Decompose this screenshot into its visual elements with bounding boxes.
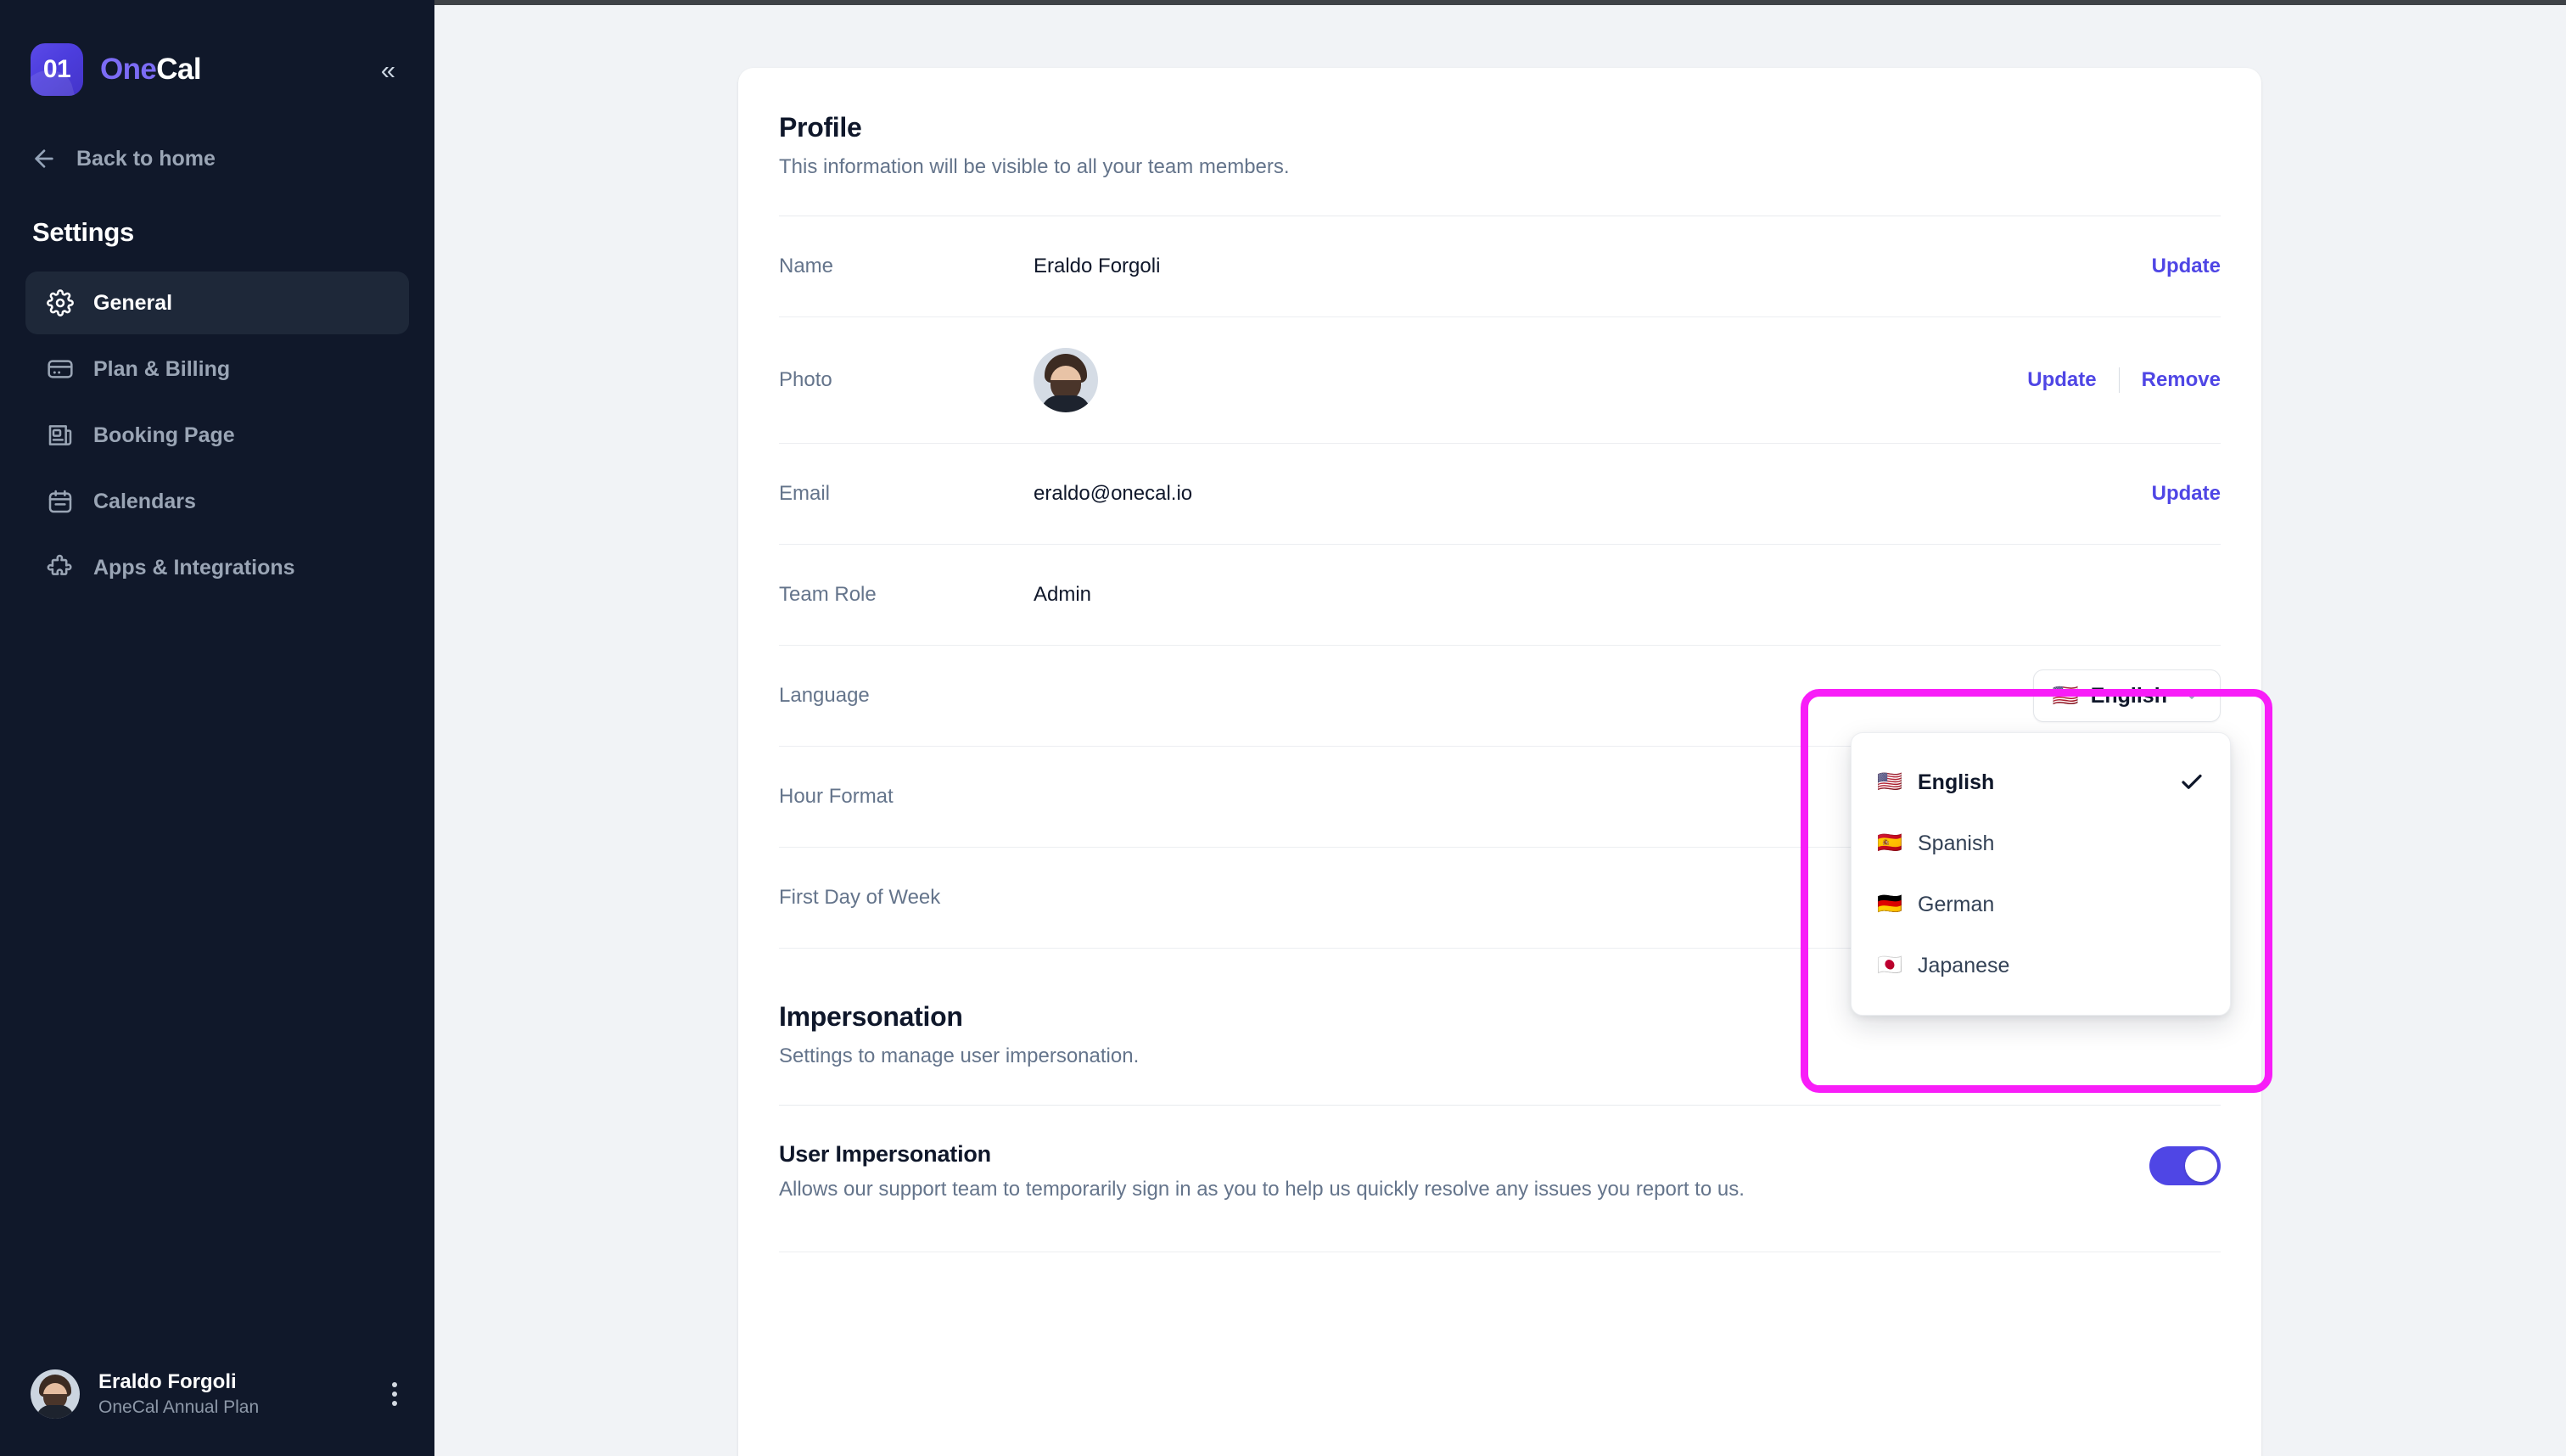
sidebar-user-name: Eraldo Forgoli — [98, 1370, 259, 1394]
avatar — [31, 1369, 80, 1419]
collapse-sidebar-icon[interactable]: « — [373, 52, 401, 88]
logo-badge-text: 01 — [43, 55, 70, 84]
language-option-label: Japanese — [1918, 954, 2009, 978]
app-root: 01 OneCal « Back to home Settings Genera… — [0, 0, 2566, 1456]
sidebar-item-plan-billing[interactable]: Plan & Billing — [25, 338, 409, 400]
row-label: Hour Format — [779, 785, 1034, 809]
profile-row-photo: Photo Update Remove — [779, 317, 2221, 443]
language-option-spanish[interactable]: 🇪🇸 Spanish — [1852, 813, 2230, 874]
sidebar-item-general[interactable]: General — [25, 272, 409, 334]
sidebar-item-label: Apps & Integrations — [93, 556, 295, 580]
check-icon — [2179, 770, 2205, 795]
language-dropdown-menu: 🇺🇸 English 🇪🇸 Spanish 🇩🇪 German — [1851, 732, 2231, 1016]
row-label: Team Role — [779, 583, 1034, 607]
remove-photo-button[interactable]: Remove — [2142, 368, 2221, 392]
language-option-label: English — [1918, 770, 1994, 795]
settings-card: Profile This information will be visible… — [738, 68, 2261, 1456]
onecal-logo-icon: 01 — [31, 43, 83, 96]
back-to-home-link[interactable]: Back to home — [0, 132, 434, 185]
update-photo-button[interactable]: Update — [2027, 368, 2096, 392]
row-label: Photo — [779, 368, 1034, 392]
sidebar: 01 OneCal « Back to home Settings Genera… — [0, 0, 434, 1456]
row-value: Admin — [1034, 583, 2221, 607]
row-value — [1034, 348, 2027, 412]
brand-name-one: One — [100, 53, 156, 86]
row-label: Language — [779, 684, 1034, 708]
puzzle-icon — [46, 553, 75, 582]
kebab-menu-icon[interactable] — [385, 1374, 404, 1414]
flag-es-icon: 🇪🇸 — [1877, 833, 1902, 854]
row-label: Email — [779, 482, 1034, 506]
row-label: Name — [779, 255, 1034, 278]
impersonation-subtitle: Settings to manage user impersonation. — [779, 1044, 2221, 1068]
profile-section-header: Profile This information will be visible… — [779, 68, 2221, 179]
row-value: Eraldo Forgoli — [1034, 255, 2152, 278]
language-option-german[interactable]: 🇩🇪 German — [1852, 874, 2230, 935]
profile-row-email: Email eraldo@onecal.io Update — [779, 444, 2221, 544]
sidebar-user-plan: OneCal Annual Plan — [98, 1397, 259, 1418]
page-title: Profile — [779, 112, 2221, 143]
row-actions: Update — [2152, 482, 2221, 506]
sidebar-item-label: Calendars — [93, 490, 196, 514]
language-option-japanese[interactable]: 🇯🇵 Japanese — [1852, 935, 2230, 996]
language-select-value: English — [2091, 684, 2167, 708]
sidebar-nav: General Plan & Billing Booking Page Cale… — [0, 272, 434, 599]
sidebar-item-booking-page[interactable]: Booking Page — [25, 404, 409, 467]
sidebar-item-label: Plan & Billing — [93, 357, 230, 382]
chevron-down-icon — [2182, 686, 2201, 705]
update-name-button[interactable]: Update — [2152, 255, 2221, 278]
card-icon — [46, 355, 75, 384]
sidebar-header: 01 OneCal « — [0, 0, 434, 100]
row-actions: Update — [2152, 255, 2221, 278]
language-select-trigger[interactable]: 🇺🇸 English — [2033, 669, 2221, 722]
sidebar-user-meta: Eraldo Forgoli OneCal Annual Plan — [98, 1370, 259, 1418]
flag-de-icon: 🇩🇪 — [1877, 894, 1902, 915]
arrow-left-icon — [31, 145, 58, 172]
flag-jp-icon: 🇯🇵 — [1877, 955, 1902, 976]
toggle-knob — [2185, 1150, 2217, 1182]
language-option-label: Spanish — [1918, 832, 1994, 856]
sidebar-user-card[interactable]: Eraldo Forgoli OneCal Annual Plan — [0, 1369, 434, 1456]
sidebar-item-label: General — [93, 291, 172, 316]
flag-us-icon: 🇺🇸 — [1877, 772, 1902, 792]
update-email-button[interactable]: Update — [2152, 482, 2221, 506]
calendar-icon — [46, 487, 75, 516]
action-separator — [2119, 367, 2120, 393]
booking-icon — [46, 421, 75, 450]
user-impersonation-title: User Impersonation — [779, 1141, 2149, 1168]
user-impersonation-toggle[interactable] — [2149, 1146, 2221, 1185]
avatar — [1034, 348, 1098, 412]
user-impersonation-texts: User Impersonation Allows our support te… — [779, 1141, 2149, 1201]
user-impersonation-row: User Impersonation Allows our support te… — [779, 1106, 2221, 1216]
gear-icon — [46, 288, 75, 317]
profile-row-language: Language 🇺🇸 English 🇺🇸 English 🇪🇸 — [779, 646, 2221, 746]
row-label: First Day of Week — [779, 886, 1034, 910]
back-to-home-label: Back to home — [76, 147, 216, 171]
profile-subtitle: This information will be visible to all … — [779, 155, 2221, 179]
row-value: eraldo@onecal.io — [1034, 482, 2152, 506]
user-impersonation-description: Allows our support team to temporarily s… — [779, 1178, 2149, 1201]
brand-name-cal: Cal — [156, 53, 201, 86]
row-actions: Update Remove — [2027, 367, 2221, 393]
profile-row-team-role: Team Role Admin — [779, 545, 2221, 645]
language-option-english[interactable]: 🇺🇸 English — [1852, 752, 2230, 813]
language-option-label: German — [1918, 893, 1994, 917]
profile-row-name: Name Eraldo Forgoli Update — [779, 216, 2221, 316]
sidebar-item-label: Booking Page — [93, 423, 235, 448]
sidebar-item-calendars[interactable]: Calendars — [25, 470, 409, 533]
sidebar-item-apps-integrations[interactable]: Apps & Integrations — [25, 536, 409, 599]
brand-name: OneCal — [100, 53, 201, 87]
flag-us-icon: 🇺🇸 — [2053, 686, 2079, 707]
sidebar-section-title: Settings — [0, 217, 434, 248]
